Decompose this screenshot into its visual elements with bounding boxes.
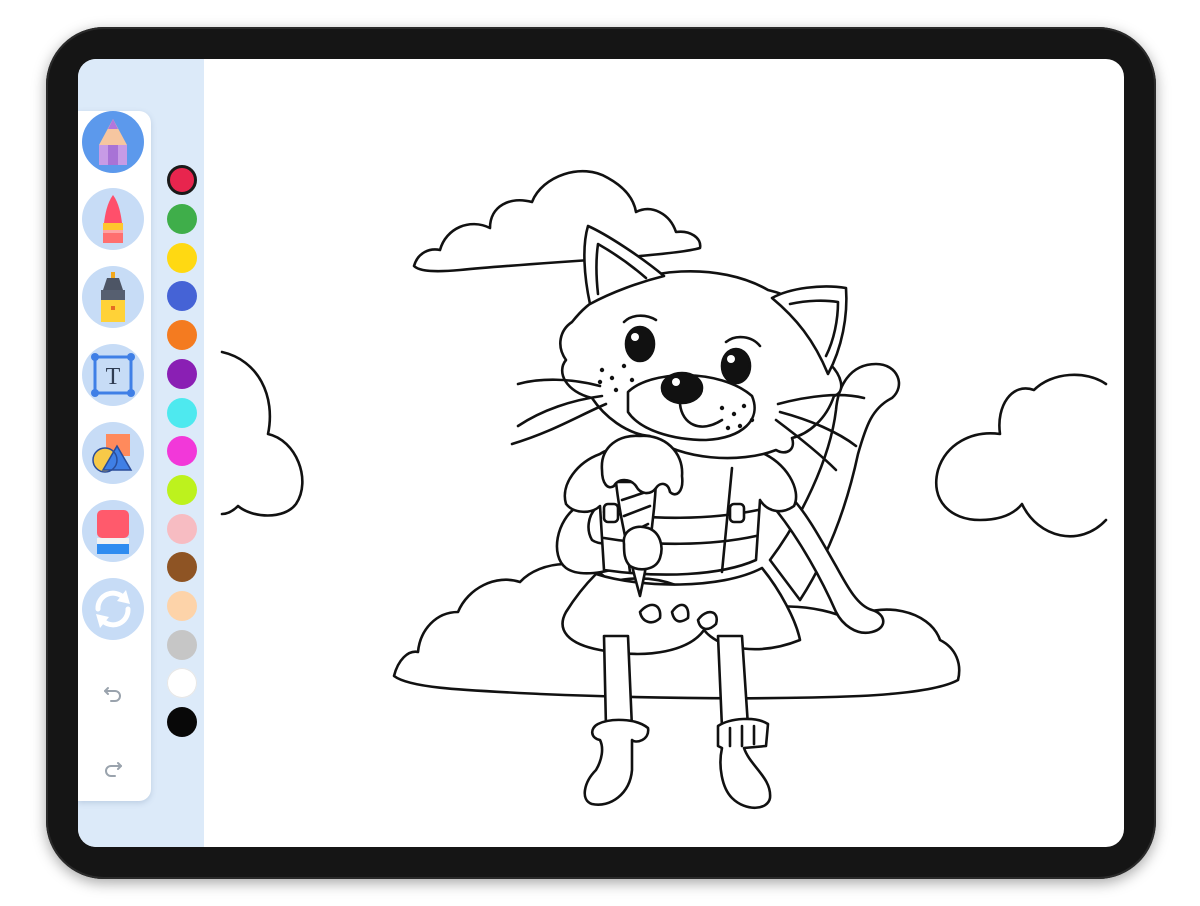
cat-hand (622, 525, 663, 571)
drawing-canvas[interactable] (0, 0, 1200, 906)
cat-left-leg (602, 634, 634, 730)
overall-button-right (728, 502, 746, 524)
cat-right-leg (716, 634, 750, 730)
top-cloud (412, 169, 702, 273)
cat-right-eye (720, 347, 752, 385)
cat-left-eye-shine (631, 333, 639, 341)
left-cloud (220, 350, 304, 517)
shorts-leaf-1 (638, 603, 662, 624)
cat-nose (660, 371, 704, 405)
cat-left-sock (583, 718, 650, 806)
ice-cream-scoop (600, 434, 684, 496)
right-cloud (935, 373, 1108, 538)
cat-right-sock (716, 717, 772, 810)
cat-right-eye-shine (727, 355, 735, 363)
cat-left-eye (624, 325, 656, 363)
cat-nose-shine (672, 378, 680, 386)
overall-button-left (602, 502, 620, 524)
shorts-leaf-3 (670, 603, 690, 623)
